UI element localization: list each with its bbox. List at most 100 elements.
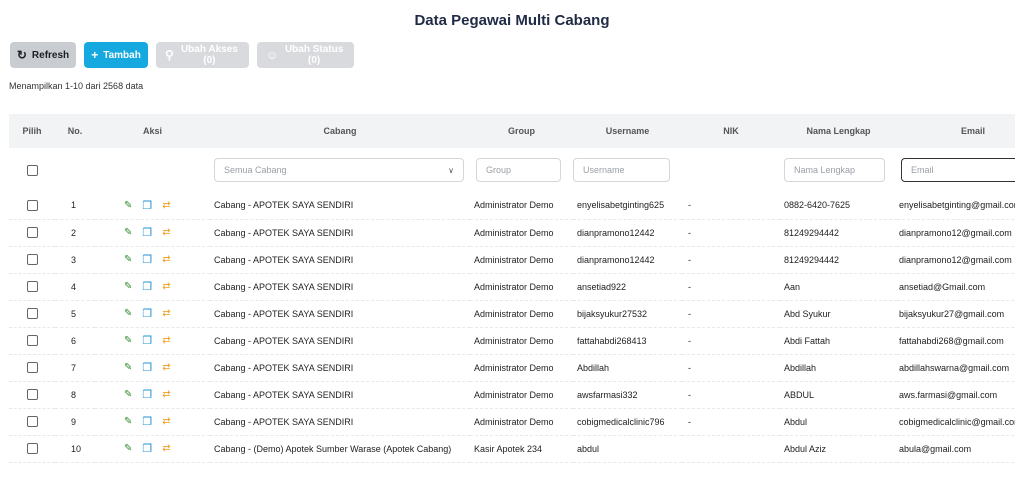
- table-row: 1 ✎ ❐ ⇄ Cabang - APOTEK SAYA SENDIRI Adm…: [9, 192, 1015, 219]
- row-email: abdillahswarna@gmail.com: [899, 362, 1010, 373]
- row-cabang: Cabang - APOTEK SAYA SENDIRI: [214, 308, 354, 319]
- add-button-label: Tambah: [103, 49, 141, 61]
- row-email: fattahabdi268@gmail.com: [899, 335, 1004, 346]
- row-nama: Abdul: [784, 416, 808, 427]
- row-checkbox[interactable]: [26, 281, 38, 293]
- swap-icon[interactable]: ⇄: [162, 227, 170, 238]
- swap-icon[interactable]: ⇄: [162, 200, 170, 211]
- row-nik: -: [688, 416, 691, 427]
- copy-icon[interactable]: ❐: [142, 307, 152, 320]
- copy-icon[interactable]: ❐: [142, 415, 152, 428]
- row-checkbox[interactable]: [26, 227, 38, 239]
- pencil-icon[interactable]: ✎: [124, 389, 132, 400]
- copy-icon[interactable]: ❐: [142, 334, 152, 347]
- header-email: Email: [960, 126, 985, 136]
- row-nik: [682, 435, 780, 462]
- swap-icon[interactable]: ⇄: [162, 443, 170, 454]
- row-checkbox[interactable]: [26, 443, 38, 455]
- user-key-icon: ⚲: [165, 48, 174, 62]
- change-status-button[interactable]: ☺ Ubah Status (0): [257, 42, 354, 68]
- swap-icon[interactable]: ⇄: [162, 308, 170, 319]
- filter-row: Semua Cabang ∨ Group Username Nama Lengk…: [9, 148, 1015, 192]
- row-email: dianpramono12@gmail.com: [899, 254, 1012, 265]
- pencil-icon[interactable]: ✎: [124, 362, 132, 373]
- cabang-filter-select[interactable]: Semua Cabang ∨: [214, 158, 464, 182]
- row-group: Kasir Apotek 234: [474, 443, 543, 454]
- row-email: abula@gmail.com: [899, 443, 972, 454]
- row-number: 2: [71, 227, 77, 238]
- copy-icon[interactable]: ❐: [142, 199, 152, 212]
- copy-icon[interactable]: ❐: [142, 226, 152, 239]
- nama-filter-placeholder: Nama Lengkap: [794, 165, 856, 175]
- header-username: Username: [605, 126, 650, 136]
- username-filter-placeholder: Username: [583, 165, 625, 175]
- row-group: Administrator Demo: [474, 389, 554, 400]
- row-checkbox[interactable]: [26, 335, 38, 347]
- employee-table: Pilih No. Aksi Cabang Group Username NIK…: [9, 114, 1015, 463]
- pencil-icon[interactable]: ✎: [124, 308, 132, 319]
- row-checkbox[interactable]: [26, 199, 38, 211]
- row-nama: ABDUL: [784, 389, 815, 400]
- row-checkbox[interactable]: [26, 416, 38, 428]
- row-cabang: Cabang - APOTEK SAYA SENDIRI: [214, 389, 354, 400]
- row-nama: Aan: [784, 281, 801, 292]
- header-no: No.: [67, 126, 83, 136]
- pencil-icon[interactable]: ✎: [124, 227, 132, 238]
- row-checkbox[interactable]: [26, 362, 38, 374]
- nama-filter-input[interactable]: Nama Lengkap: [784, 158, 885, 182]
- row-nik: -: [688, 362, 691, 373]
- row-nik: -: [688, 308, 691, 319]
- copy-icon[interactable]: ❐: [142, 388, 152, 401]
- toolbar: ↻ Refresh + Tambah ⚲ Ubah Akses (0) ☺ Ub…: [10, 42, 354, 68]
- swap-icon[interactable]: ⇄: [162, 335, 170, 346]
- users-icon: ☺: [266, 48, 279, 62]
- employee-table-container[interactable]: Pilih No. Aksi Cabang Group Username NIK…: [9, 114, 1015, 464]
- copy-icon[interactable]: ❐: [142, 253, 152, 266]
- add-button[interactable]: + Tambah: [84, 42, 148, 68]
- row-nik: -: [688, 200, 691, 211]
- record-count-info: Menampilkan 1-10 dari 2568 data: [9, 81, 144, 91]
- row-nama: 0882-6420-7625: [784, 200, 851, 211]
- copy-icon[interactable]: ❐: [142, 361, 152, 374]
- pencil-icon[interactable]: ✎: [124, 254, 132, 265]
- username-filter-input[interactable]: Username: [573, 158, 670, 182]
- cabang-filter-value: Semua Cabang: [224, 165, 287, 175]
- swap-icon[interactable]: ⇄: [162, 389, 170, 400]
- row-number: 1: [71, 200, 77, 211]
- row-number: 7: [71, 362, 77, 373]
- row-nik: -: [688, 254, 691, 265]
- row-checkbox[interactable]: [26, 389, 38, 401]
- group-filter-input[interactable]: Group: [476, 158, 561, 182]
- chevron-down-icon: ∨: [448, 165, 454, 175]
- row-number: 9: [71, 416, 77, 427]
- row-checkbox[interactable]: [26, 254, 38, 266]
- row-nama: 81249294442: [784, 227, 840, 238]
- pencil-icon[interactable]: ✎: [124, 416, 132, 427]
- pencil-icon[interactable]: ✎: [124, 443, 132, 454]
- refresh-button[interactable]: ↻ Refresh: [10, 42, 76, 68]
- row-number: 10: [71, 443, 82, 454]
- row-group: Administrator Demo: [474, 362, 554, 373]
- swap-icon[interactable]: ⇄: [162, 281, 170, 292]
- copy-icon[interactable]: ❐: [142, 442, 152, 455]
- swap-icon[interactable]: ⇄: [162, 362, 170, 373]
- swap-icon[interactable]: ⇄: [162, 254, 170, 265]
- select-all-checkbox[interactable]: [26, 164, 38, 176]
- pencil-icon[interactable]: ✎: [124, 281, 132, 292]
- row-cabang: Cabang - APOTEK SAYA SENDIRI: [214, 362, 354, 373]
- row-cabang: Cabang - APOTEK SAYA SENDIRI: [214, 281, 354, 292]
- pencil-icon[interactable]: ✎: [124, 200, 132, 211]
- row-group: Administrator Demo: [474, 416, 554, 427]
- row-checkbox[interactable]: [26, 308, 38, 320]
- change-access-button[interactable]: ⚲ Ubah Akses (0): [156, 42, 249, 68]
- row-nama: Abdi Fattah: [784, 335, 831, 346]
- pencil-icon[interactable]: ✎: [124, 335, 132, 346]
- row-number: 6: [71, 335, 77, 346]
- email-filter-input[interactable]: Email: [901, 158, 1015, 182]
- swap-icon[interactable]: ⇄: [162, 416, 170, 427]
- table-row: 6 ✎ ❐ ⇄ Cabang - APOTEK SAYA SENDIRI Adm…: [9, 327, 1015, 354]
- email-filter-placeholder: Email: [911, 165, 934, 175]
- header-pilih: Pilih: [22, 126, 42, 136]
- copy-icon[interactable]: ❐: [142, 280, 152, 293]
- table-row: 7 ✎ ❐ ⇄ Cabang - APOTEK SAYA SENDIRI Adm…: [9, 354, 1015, 381]
